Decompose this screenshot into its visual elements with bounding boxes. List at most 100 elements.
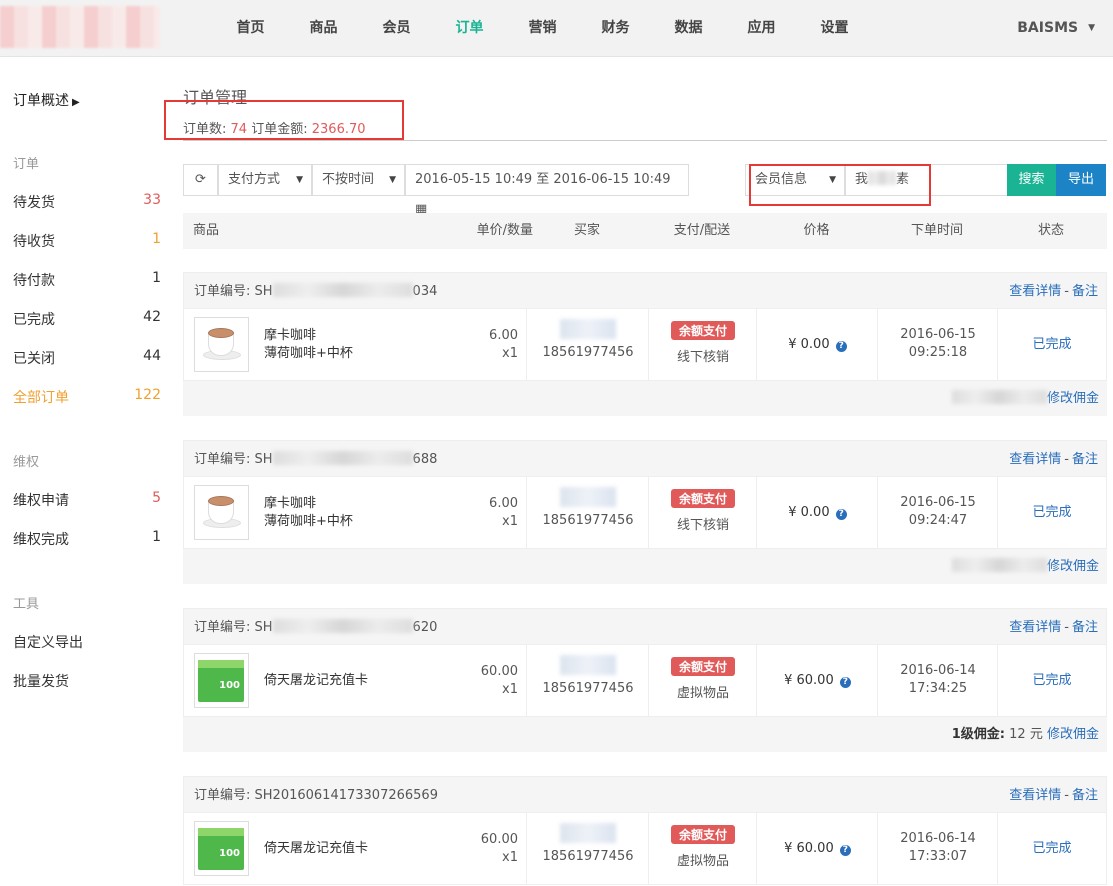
order-card: 订单编号: SH 688 查看详情 - 备注 摩卡咖啡 薄荷咖啡+中杯 6.00 x1 [183, 440, 1107, 584]
view-detail-link[interactable]: 查看详情 [1009, 788, 1061, 803]
modify-commission-link[interactable]: 修改佣金 [1047, 727, 1099, 742]
order-status[interactable]: 已完成 [998, 309, 1106, 381]
nav-members[interactable]: 会员 [360, 0, 433, 57]
product-name: 摩卡咖啡 薄荷咖啡+中杯 [264, 327, 353, 363]
card-value: 100 [219, 680, 240, 691]
delivery-type: 虚拟物品 [676, 854, 729, 869]
order-time: 2016-06-14 17:33:07 [878, 830, 998, 866]
unit-price: 60.00 [480, 664, 518, 679]
sidebar-item-all-orders[interactable]: 全部订单 122 [13, 387, 161, 407]
view-detail-link[interactable]: 查看详情 [1009, 284, 1061, 299]
product-title: 倚天屠龙记充值卡 [264, 673, 369, 688]
cell-time: 2016-06-15 09:24:47 [878, 477, 998, 549]
sidebar-overview[interactable]: 订单概述 ▶ [13, 90, 80, 110]
nav-apps[interactable]: 应用 [725, 0, 798, 57]
note-link[interactable]: 备注 [1072, 620, 1098, 635]
search-button[interactable]: 搜索 [1007, 164, 1056, 196]
sidebar-item-label: 已完成 [13, 312, 55, 328]
product-image[interactable]: 100 [194, 653, 249, 708]
pay-badge: 余额支付 [670, 321, 735, 340]
order-number-end: 620 [412, 620, 438, 635]
unit-price: 6.00 [489, 328, 518, 343]
sidebar-item-label: 维权申请 [13, 493, 69, 509]
note-link[interactable]: 备注 [1072, 284, 1098, 299]
redacted-text [272, 451, 413, 465]
pay-info: 余额支付 虚拟物品 [649, 657, 757, 701]
sidebar-item-batch-ship[interactable]: 批量发货 [13, 671, 161, 691]
nav-settings[interactable]: 设置 [798, 0, 871, 57]
user-name: BAISMS [1017, 20, 1079, 36]
order-number: 订单编号: SH20160614173307266569 [194, 777, 438, 814]
order-date: 2016-06-15 [900, 495, 976, 510]
sidebar-item-count: 122 [134, 387, 161, 403]
main-nav: 首页 商品 会员 订单 营销 财务 数据 应用 设置 [214, 0, 871, 57]
order-amount-cell: ¥ 0.00 ? [757, 477, 878, 549]
order-date: 2016-06-14 [900, 831, 976, 846]
user-menu[interactable]: BAISMS ▼ [1017, 0, 1095, 57]
modify-commission-link[interactable]: 修改佣金 [1047, 391, 1099, 406]
question-icon[interactable]: ? [835, 341, 847, 352]
order-number: 订单编号: SH 688 [194, 441, 437, 478]
note-link[interactable]: 备注 [1072, 452, 1098, 467]
product-title: 摩卡咖啡 [264, 328, 317, 343]
modify-commission-link[interactable]: 修改佣金 [1047, 559, 1099, 574]
buyer-info: 18561977456 [527, 823, 649, 864]
view-detail-link[interactable]: 查看详情 [1009, 452, 1061, 467]
sidebar-item-label: 待发货 [13, 195, 55, 211]
time-mode-value: 不按时间 [322, 172, 375, 187]
nav-data[interactable]: 数据 [652, 0, 725, 57]
order-status[interactable]: 已完成 [998, 477, 1106, 549]
pay-info: 余额支付 线下核销 [649, 321, 757, 365]
question-icon[interactable]: ? [835, 509, 847, 520]
product-name: 摩卡咖啡 薄荷咖啡+中杯 [264, 495, 353, 531]
sidebar-item-custom-export[interactable]: 自定义导出 [13, 632, 161, 652]
sidebar-item-to-pay[interactable]: 待付款 1 [13, 270, 161, 290]
date-range-input[interactable]: 2016-05-15 10:49 至 2016-06-15 10:49 ▦ [405, 164, 689, 217]
sidebar-item-to-receive[interactable]: 待收货 1 [13, 231, 161, 251]
cell-product: 摩卡咖啡 薄荷咖啡+中杯 6.00 x1 [184, 309, 527, 381]
nav-goods[interactable]: 商品 [287, 0, 360, 57]
sidebar-item-completed[interactable]: 已完成 42 [13, 309, 161, 329]
product-image[interactable] [194, 317, 249, 372]
cell-status: 已完成 [998, 309, 1106, 381]
order-amount-label: 订单金额: [251, 122, 308, 137]
unit-price: 60.00 [480, 832, 518, 847]
nav-orders[interactable]: 订单 [433, 0, 506, 57]
product-image[interactable]: 100 [194, 821, 249, 876]
sidebar-item-count: 44 [143, 348, 161, 364]
nav-marketing[interactable]: 营销 [506, 0, 579, 57]
product-image[interactable] [194, 485, 249, 540]
sidebar-item-rights-done[interactable]: 维权完成 1 [13, 529, 161, 549]
pay-method-select[interactable]: 支付方式 ▼ [218, 164, 312, 196]
logo[interactable] [0, 6, 160, 48]
order-status[interactable]: 已完成 [998, 813, 1106, 885]
note-link[interactable]: 备注 [1072, 788, 1098, 803]
order-number-start: SH [254, 452, 273, 467]
refresh-button[interactable]: ⟳ [183, 164, 218, 196]
nav-home[interactable]: 首页 [214, 0, 287, 57]
question-icon[interactable]: ? [839, 677, 851, 688]
nav-finance[interactable]: 财务 [579, 0, 652, 57]
sidebar-item-rights-apply[interactable]: 维权申请 5 [13, 490, 161, 510]
th-time: 下单时间 [910, 223, 963, 238]
redacted-text [272, 283, 413, 297]
order-number-start: SH20160614173307266569 [254, 788, 438, 803]
cell-pay: 余额支付 虚拟物品 [649, 813, 757, 885]
order-number-label: 订单编号: [194, 788, 255, 803]
th-unit-price: 单价/数量 [476, 223, 533, 238]
sidebar-item-to-ship[interactable]: 待发货 33 [13, 192, 161, 212]
sidebar-item-count: 1 [152, 231, 161, 247]
recharge-card-icon: 100 [198, 828, 244, 870]
cell-buyer: 18561977456 [527, 309, 649, 381]
order-price: ¥ 0.00 [788, 337, 830, 352]
time-mode-select[interactable]: 不按时间 ▼ [312, 164, 405, 196]
link-separator: - [1064, 620, 1069, 635]
cell-status: 已完成 [998, 645, 1106, 717]
order-status[interactable]: 已完成 [998, 645, 1106, 717]
export-button[interactable]: 导出 [1056, 164, 1106, 196]
question-icon[interactable]: ? [839, 845, 851, 856]
sidebar-item-closed[interactable]: 已关闭 44 [13, 348, 161, 368]
cell-time: 2016-06-15 09:25:18 [878, 309, 998, 381]
sidebar-item-label: 自定义导出 [13, 635, 83, 651]
view-detail-link[interactable]: 查看详情 [1009, 620, 1061, 635]
